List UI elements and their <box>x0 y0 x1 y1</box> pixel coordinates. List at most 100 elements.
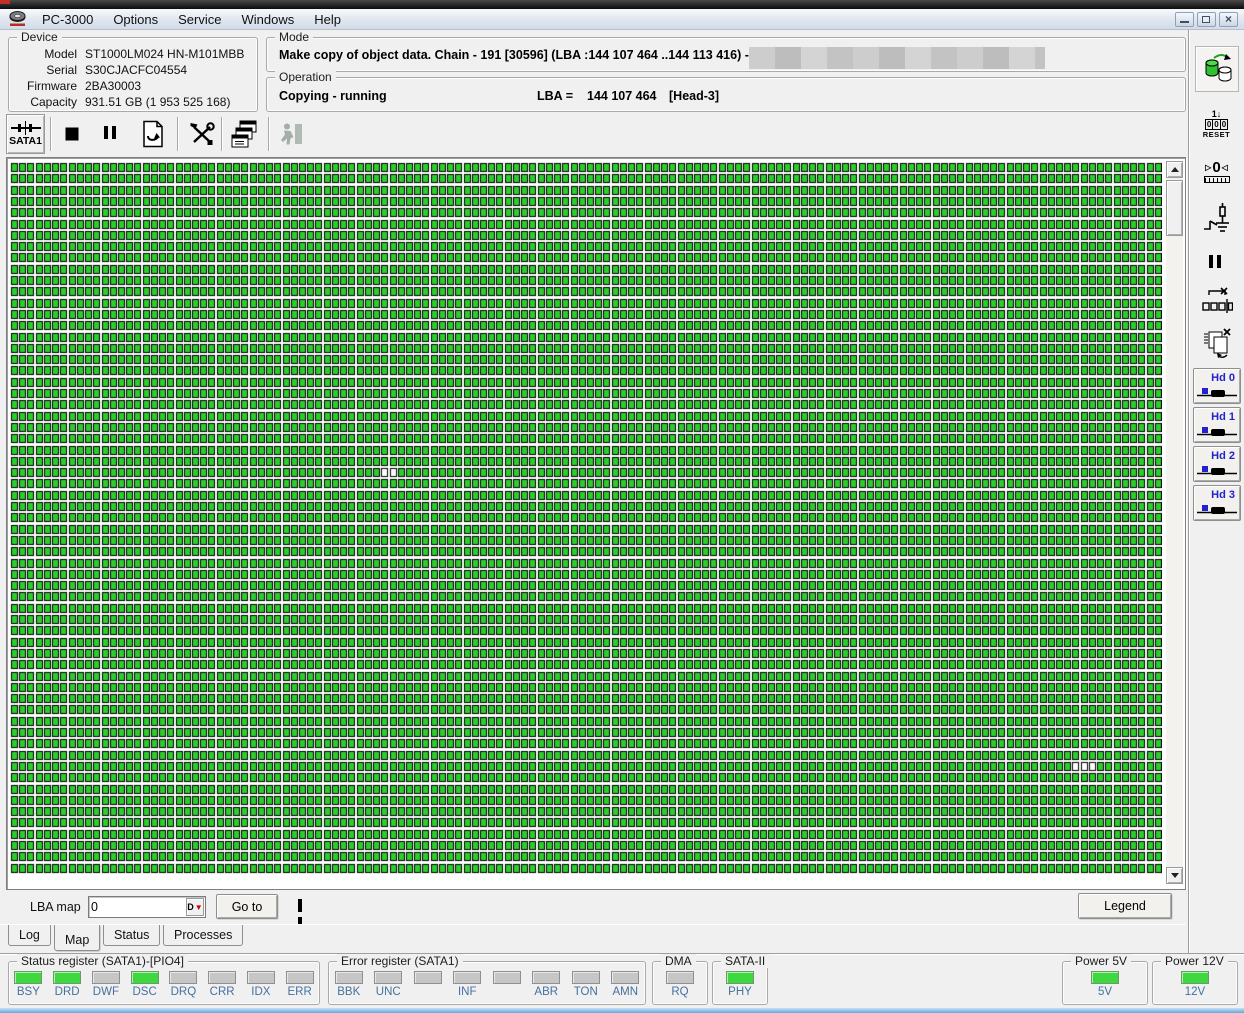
led-unlabeled <box>409 971 447 999</box>
sata1-label: SATA1 <box>9 135 42 147</box>
lba-map-grid[interactable] <box>10 162 1162 874</box>
operation-head: [Head-3] <box>669 89 720 103</box>
led-label: DRD <box>54 986 80 998</box>
unlabeled-indicator <box>413 971 442 984</box>
menu-item-windows[interactable]: Windows <box>231 10 304 29</box>
operation-lba-value: 144 107 464 <box>587 89 657 103</box>
map-pause-indicator-icon <box>298 899 312 930</box>
field-value: 931.51 GB (1 953 525 168) <box>85 95 231 109</box>
12v-indicator <box>1181 971 1209 984</box>
exit-button[interactable] <box>274 116 308 152</box>
error-register-caption: Error register (SATA1) <box>337 954 463 968</box>
head-map-button[interactable] <box>1194 282 1240 320</box>
head-button-2[interactable]: Hd 2 <box>1193 446 1241 482</box>
power12-caption: Power 12V <box>1161 954 1228 968</box>
led-bsy: BSY <box>9 971 47 999</box>
led-label: RQ <box>671 986 689 998</box>
operation-caption: Operation <box>275 70 336 84</box>
sata2-caption: SATA-II <box>721 954 770 968</box>
field-label: Model <box>44 47 77 61</box>
mode-text: Make copy of object data. Chain - 191 [3… <box>279 48 749 62</box>
reset-counter-button[interactable]: 1↓ 000 RESET <box>1194 104 1240 144</box>
led-label: CRR <box>209 986 235 998</box>
zero-position-button[interactable]: ▷ 0 ◁ <box>1194 152 1240 192</box>
menu-item-options[interactable]: Options <box>103 10 168 29</box>
toolbar-separator <box>221 117 223 151</box>
led-label: UNC <box>375 986 401 998</box>
status-register-group: Status register (SATA1)-[PIO4] BSY DRD DWF… <box>8 954 320 1005</box>
amn-indicator <box>611 971 640 984</box>
tools-icon <box>190 122 215 145</box>
tools-button[interactable] <box>185 116 219 152</box>
dwf-indicator <box>91 971 120 984</box>
menu-item-help[interactable]: Help <box>304 10 351 29</box>
lba-map-label: LBA map <box>30 900 81 914</box>
titlebar: PC-3000 Options Service Windows Help × <box>0 9 1244 30</box>
led-bbk: BBK <box>330 971 368 999</box>
menu-item-pc-3000[interactable]: PC-3000 <box>32 10 103 29</box>
operation-status: Copying - running <box>279 89 387 103</box>
pause-button[interactable] <box>95 116 129 152</box>
inf-indicator <box>453 971 482 984</box>
ton-indicator <box>571 971 600 984</box>
close-windows-button[interactable] <box>1194 324 1240 364</box>
menu-item-service[interactable]: Service <box>168 10 231 29</box>
stop-button[interactable] <box>55 116 89 152</box>
head-icon <box>1197 427 1237 436</box>
scroll-down-button[interactable] <box>1166 867 1183 884</box>
unlabeled-indicator <box>492 971 521 984</box>
desktop-red-corner <box>0 0 10 4</box>
sidebar-pause-button[interactable] <box>1197 248 1237 278</box>
lba-history-button[interactable]: D ▼ <box>186 898 204 916</box>
head-button-0[interactable]: Hd 0 <box>1193 368 1241 404</box>
make-copy-button[interactable] <box>1194 46 1239 92</box>
led-err: ERR <box>281 971 319 999</box>
idx-indicator <box>246 971 275 984</box>
toolbar-separator <box>268 117 270 151</box>
power12-group: Power 12V 12V <box>1152 954 1238 1005</box>
arrow-down-icon <box>1170 873 1179 878</box>
led-dsc: DSC <box>126 971 164 999</box>
right-sidebar: 1↓ 000 RESET ▷ 0 ◁ Hd 0 Hd 1 Hd 2 Hd 3 <box>1188 30 1244 953</box>
map-scrollbar[interactable] <box>1166 161 1183 884</box>
sata1-port-button[interactable]: SATA1 <box>6 114 45 154</box>
legend-button[interactable]: Legend <box>1078 893 1172 919</box>
lba-input[interactable] <box>91 898 186 916</box>
device-field-firmware: Firmware 2BA30003 <box>15 78 244 94</box>
report-button[interactable] <box>136 116 170 152</box>
led-amn: AMN <box>606 971 644 999</box>
scroll-up-button[interactable] <box>1166 161 1183 178</box>
led-idx: IDX <box>242 971 280 999</box>
close-button[interactable]: × <box>1219 11 1238 27</box>
field-value: 2BA30003 <box>85 79 142 93</box>
tab-status[interactable]: Status <box>103 925 161 946</box>
power-switch-button[interactable] <box>1194 198 1240 242</box>
window-bottom-edge <box>0 1008 1244 1013</box>
field-label: Capacity <box>30 95 77 109</box>
tab-log[interactable]: Log <box>8 925 51 946</box>
led-label: BSY <box>16 986 40 998</box>
field-value: S30CJACFC04554 <box>85 63 188 77</box>
sata-connector-icon <box>10 121 41 135</box>
head-button-1[interactable]: Hd 1 <box>1193 407 1241 443</box>
bsy-indicator <box>14 971 43 984</box>
restore-icon <box>1202 13 1215 23</box>
restore-button[interactable] <box>1197 11 1216 27</box>
minimize-button[interactable] <box>1175 11 1194 27</box>
copy-disk-icon <box>1205 54 1231 82</box>
tab-processes[interactable]: Processes <box>163 925 244 946</box>
goto-button[interactable]: Go to <box>216 894 278 919</box>
tab-map[interactable]: Map <box>54 925 101 951</box>
main-toolbar: SATA1 <box>0 112 1186 157</box>
exit-icon <box>281 123 302 145</box>
view-tabs: Log Map Status Processes <box>0 924 1186 954</box>
power5-group: Power 5V 5V <box>1062 954 1148 1005</box>
report-document-icon <box>143 120 163 148</box>
windows-cascade-button[interactable] <box>228 116 262 152</box>
operation-groupbox: Operation Copying - running LBA = 144 10… <box>266 70 1186 112</box>
head-button-3[interactable]: Hd 3 <box>1193 485 1241 521</box>
scrollbar-thumb[interactable] <box>1166 180 1183 236</box>
pause-icon <box>1208 255 1225 271</box>
minimize-icon <box>1180 20 1189 23</box>
power-circuit-icon <box>1203 203 1229 232</box>
